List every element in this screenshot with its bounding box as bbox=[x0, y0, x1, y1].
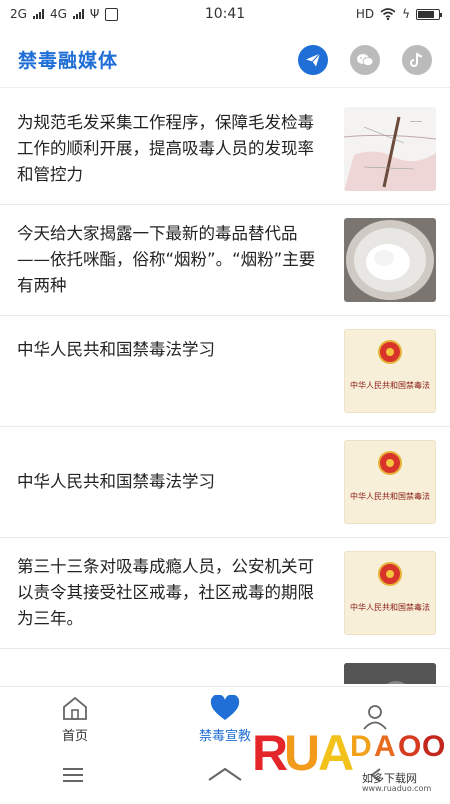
app-title: 禁毒融媒体 bbox=[18, 50, 119, 72]
news-item[interactable]: 今天给大家揭露一下最新的毒品替代品——依托咪酯，俗称“烟粉”。“烟粉”主要有两种 bbox=[0, 205, 450, 316]
news-title: 中华人民共和国禁毒法学习 bbox=[17, 472, 215, 491]
app-header: 禁毒融媒体 bbox=[0, 32, 450, 88]
usb-icon: Ψ bbox=[89, 7, 100, 21]
network-label-2: 4G bbox=[49, 7, 67, 21]
site-watermark: R U A D A O O 如多下载网 www.ruaduo.com bbox=[250, 720, 450, 800]
national-emblem-icon bbox=[378, 340, 402, 364]
news-title: 为规范毛发采集工作程序，保障毛发检毒工作的顺利开展，提高吸毒人员的发现率和管控力 bbox=[17, 113, 314, 184]
notification-icon bbox=[105, 7, 119, 21]
national-emblem-icon bbox=[378, 562, 402, 586]
news-list: 为规范毛发采集工作程序，保障毛发检毒工作的顺利开展，提高吸毒人员的发现率和管控力… bbox=[0, 94, 450, 684]
national-emblem-icon bbox=[378, 451, 402, 475]
wechat-share-button[interactable] bbox=[350, 44, 380, 75]
wifi-icon bbox=[380, 8, 396, 20]
news-thumbnail: 中华人民共和国禁毒法 bbox=[344, 440, 436, 524]
svg-text:A: A bbox=[374, 730, 396, 763]
network-label-1: 2G bbox=[10, 7, 27, 21]
news-item[interactable]: 第三十三条对吸毒成瘾人员，公安机关可以责令其接受社区戒毒，社区戒毒的期限为三年。… bbox=[0, 538, 450, 649]
law-cover-title: 中华人民共和国禁毒法 bbox=[350, 492, 430, 501]
news-item[interactable]: 中华人民共和国禁毒法学习 中华人民共和国禁毒法 bbox=[0, 316, 450, 427]
news-thumbnail: 中华人民共和国禁毒法 bbox=[344, 551, 436, 635]
signal-icon-2 bbox=[72, 9, 84, 19]
wechat-icon bbox=[357, 53, 374, 66]
svg-text:O: O bbox=[398, 730, 421, 763]
svg-text:——: —— bbox=[410, 118, 422, 125]
status-bar: 2G 4G Ψ 10:41 HD ϟ bbox=[0, 0, 450, 28]
clock: 10:41 bbox=[204, 6, 246, 22]
law-cover-title: 中华人民共和国禁毒法 bbox=[350, 381, 430, 390]
news-title: 第三十三条对吸毒成瘾人员，公安机关可以责令其接受社区戒毒，社区戒毒的期限为三年。 bbox=[17, 557, 314, 628]
news-item[interactable] bbox=[0, 649, 450, 684]
menu-icon[interactable] bbox=[62, 767, 84, 783]
tab-home[interactable]: 首页 bbox=[10, 695, 140, 744]
news-item[interactable]: 中华人民共和国禁毒法学习 中华人民共和国禁毒法 bbox=[0, 427, 450, 538]
svg-text:U: U bbox=[284, 725, 320, 781]
news-thumbnail: —— bbox=[344, 107, 436, 191]
heart-icon bbox=[210, 694, 240, 720]
news-title: 中华人民共和国禁毒法学习 bbox=[17, 340, 215, 359]
tab-home-label: 首页 bbox=[61, 728, 88, 744]
svg-text:D: D bbox=[350, 730, 372, 763]
watermark-url: www.ruaduo.com bbox=[362, 784, 432, 793]
tab-propaganda-label: 禁毒宣教 bbox=[198, 728, 251, 744]
home-icon bbox=[63, 696, 87, 720]
paper-plane-icon bbox=[306, 52, 321, 66]
signal-icon bbox=[32, 9, 44, 19]
telegram-share-button[interactable] bbox=[298, 44, 328, 75]
svg-text:R: R bbox=[252, 725, 288, 781]
tiktok-share-button[interactable] bbox=[402, 44, 432, 75]
charging-icon: ϟ bbox=[402, 7, 410, 21]
tiktok-icon bbox=[410, 52, 423, 67]
hd-label: HD bbox=[355, 7, 375, 21]
battery-icon bbox=[416, 8, 442, 20]
home-button-icon[interactable] bbox=[207, 766, 243, 784]
news-thumbnail bbox=[344, 218, 436, 302]
svg-text:O: O bbox=[422, 730, 445, 763]
news-title: 今天给大家揭露一下最新的毒品替代品——依托咪酯，俗称“烟粉”。“烟粉”主要有两种 bbox=[17, 224, 316, 295]
news-thumbnail bbox=[344, 663, 436, 684]
law-cover-title: 中华人民共和国禁毒法 bbox=[350, 603, 430, 612]
news-thumbnail: 中华人民共和国禁毒法 bbox=[344, 329, 436, 413]
svg-text:A: A bbox=[318, 725, 354, 781]
news-item[interactable]: 为规范毛发采集工作程序，保障毛发检毒工作的顺利开展，提高吸毒人员的发现率和管控力… bbox=[0, 94, 450, 205]
